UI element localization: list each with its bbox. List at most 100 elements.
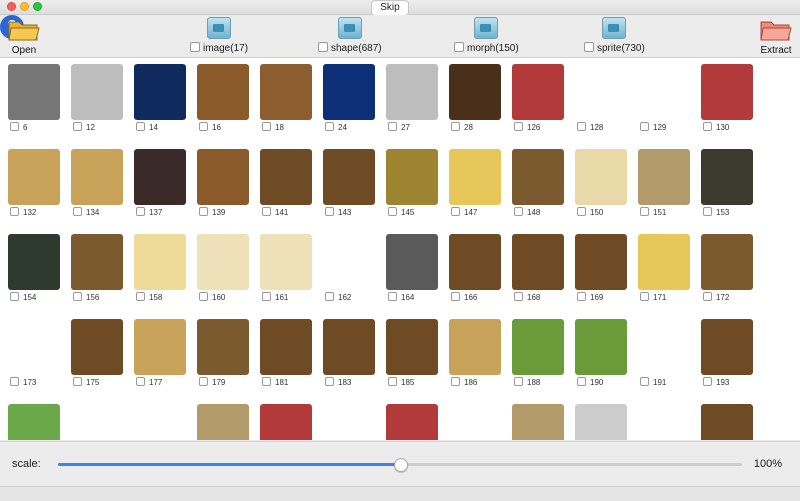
asset-checkbox[interactable]: [577, 292, 586, 301]
asset-tile[interactable]: 193: [701, 313, 761, 391]
asset-checkbox[interactable]: [451, 377, 460, 386]
asset-tile[interactable]: 141: [260, 143, 320, 221]
asset-checkbox[interactable]: [640, 292, 649, 301]
asset-tile[interactable]: 132: [8, 143, 68, 221]
asset-tile[interactable]: 179: [197, 313, 257, 391]
asset-checkbox[interactable]: [640, 377, 649, 386]
asset-checkbox[interactable]: [136, 207, 145, 216]
asset-tile[interactable]: 18: [260, 58, 320, 136]
asset-tile[interactable]: 173: [8, 313, 68, 391]
asset-checkbox[interactable]: [514, 377, 523, 386]
asset-tile[interactable]: 172: [701, 228, 761, 306]
asset-tile[interactable]: [701, 398, 761, 440]
asset-tile[interactable]: 164: [386, 228, 446, 306]
skip-button[interactable]: Skip: [371, 0, 409, 16]
asset-checkbox[interactable]: [262, 122, 271, 131]
asset-checkbox[interactable]: [73, 207, 82, 216]
asset-checkbox[interactable]: [577, 377, 586, 386]
asset-tile[interactable]: 185: [386, 313, 446, 391]
asset-tile[interactable]: 128: [575, 58, 635, 136]
asset-checkbox[interactable]: [514, 122, 523, 131]
asset-tile[interactable]: 130: [701, 58, 761, 136]
asset-checkbox[interactable]: [577, 122, 586, 131]
asset-checkbox[interactable]: [199, 122, 208, 131]
asset-checkbox[interactable]: [262, 207, 271, 216]
asset-tile[interactable]: [449, 398, 509, 440]
scale-slider[interactable]: [58, 458, 742, 472]
asset-checkbox[interactable]: [199, 377, 208, 386]
asset-tile[interactable]: 139: [197, 143, 257, 221]
asset-tile[interactable]: 27: [386, 58, 446, 136]
asset-checkbox[interactable]: [703, 207, 712, 216]
asset-tile[interactable]: [71, 398, 131, 440]
asset-tile[interactable]: [575, 398, 635, 440]
category-shape-checkbox[interactable]: [318, 42, 328, 52]
asset-tile[interactable]: 175: [71, 313, 131, 391]
asset-tile[interactable]: 150: [575, 143, 635, 221]
asset-tile[interactable]: 16: [197, 58, 257, 136]
asset-checkbox[interactable]: [262, 377, 271, 386]
asset-tile[interactable]: 162: [323, 228, 383, 306]
zoom-window-button[interactable]: [33, 2, 42, 11]
asset-tile[interactable]: 129: [638, 58, 698, 136]
asset-checkbox[interactable]: [73, 122, 82, 131]
asset-checkbox[interactable]: [640, 207, 649, 216]
asset-checkbox[interactable]: [325, 292, 334, 301]
asset-tile[interactable]: 12: [71, 58, 131, 136]
asset-checkbox[interactable]: [388, 207, 397, 216]
category-shape[interactable]: shape(687): [318, 17, 382, 54]
asset-tile[interactable]: 166: [449, 228, 509, 306]
asset-tile[interactable]: 24: [323, 58, 383, 136]
asset-checkbox[interactable]: [703, 377, 712, 386]
asset-tile[interactable]: 190: [575, 313, 635, 391]
asset-checkbox[interactable]: [514, 207, 523, 216]
asset-tile[interactable]: 181: [260, 313, 320, 391]
asset-checkbox[interactable]: [388, 292, 397, 301]
close-window-button[interactable]: [7, 2, 16, 11]
asset-tile[interactable]: 160: [197, 228, 257, 306]
asset-checkbox[interactable]: [388, 122, 397, 131]
asset-tile[interactable]: 126: [512, 58, 572, 136]
asset-tile[interactable]: 186: [449, 313, 509, 391]
asset-tile[interactable]: 153: [701, 143, 761, 221]
asset-tile[interactable]: 177: [134, 313, 194, 391]
open-button[interactable]: Open: [6, 18, 42, 56]
asset-checkbox[interactable]: [451, 122, 460, 131]
asset-checkbox[interactable]: [514, 292, 523, 301]
minimize-window-button[interactable]: [20, 2, 29, 11]
category-sprite[interactable]: sprite(730): [584, 17, 645, 54]
asset-tile[interactable]: 14: [134, 58, 194, 136]
asset-checkbox[interactable]: [577, 207, 586, 216]
asset-tile[interactable]: 171: [638, 228, 698, 306]
asset-tile[interactable]: 191: [638, 313, 698, 391]
asset-tile[interactable]: 154: [8, 228, 68, 306]
category-image[interactable]: image(17): [190, 17, 248, 54]
scale-slider-knob[interactable]: [394, 458, 408, 472]
asset-checkbox[interactable]: [703, 122, 712, 131]
asset-checkbox[interactable]: [640, 122, 649, 131]
asset-tile[interactable]: [638, 398, 698, 440]
asset-tile[interactable]: 183: [323, 313, 383, 391]
asset-tile[interactable]: 148: [512, 143, 572, 221]
asset-checkbox[interactable]: [10, 292, 19, 301]
asset-tile[interactable]: 169: [575, 228, 635, 306]
asset-tile[interactable]: [8, 398, 68, 440]
asset-tile[interactable]: 145: [386, 143, 446, 221]
asset-checkbox[interactable]: [388, 377, 397, 386]
category-morph[interactable]: morph(150): [454, 17, 519, 54]
asset-tile[interactable]: 134: [71, 143, 131, 221]
asset-checkbox[interactable]: [325, 122, 334, 131]
asset-checkbox[interactable]: [199, 207, 208, 216]
asset-tile[interactable]: [8, 58, 68, 136]
asset-tile[interactable]: 156: [71, 228, 131, 306]
asset-tile[interactable]: 143: [323, 143, 383, 221]
asset-checkbox[interactable]: [199, 292, 208, 301]
asset-tile[interactable]: [197, 398, 257, 440]
asset-tile[interactable]: 151: [638, 143, 698, 221]
asset-tile[interactable]: 147: [449, 143, 509, 221]
asset-tile[interactable]: [386, 398, 446, 440]
category-sprite-checkbox[interactable]: [584, 42, 594, 52]
asset-checkbox[interactable]: [73, 377, 82, 386]
asset-checkbox[interactable]: [10, 207, 19, 216]
asset-checkbox[interactable]: [73, 292, 82, 301]
